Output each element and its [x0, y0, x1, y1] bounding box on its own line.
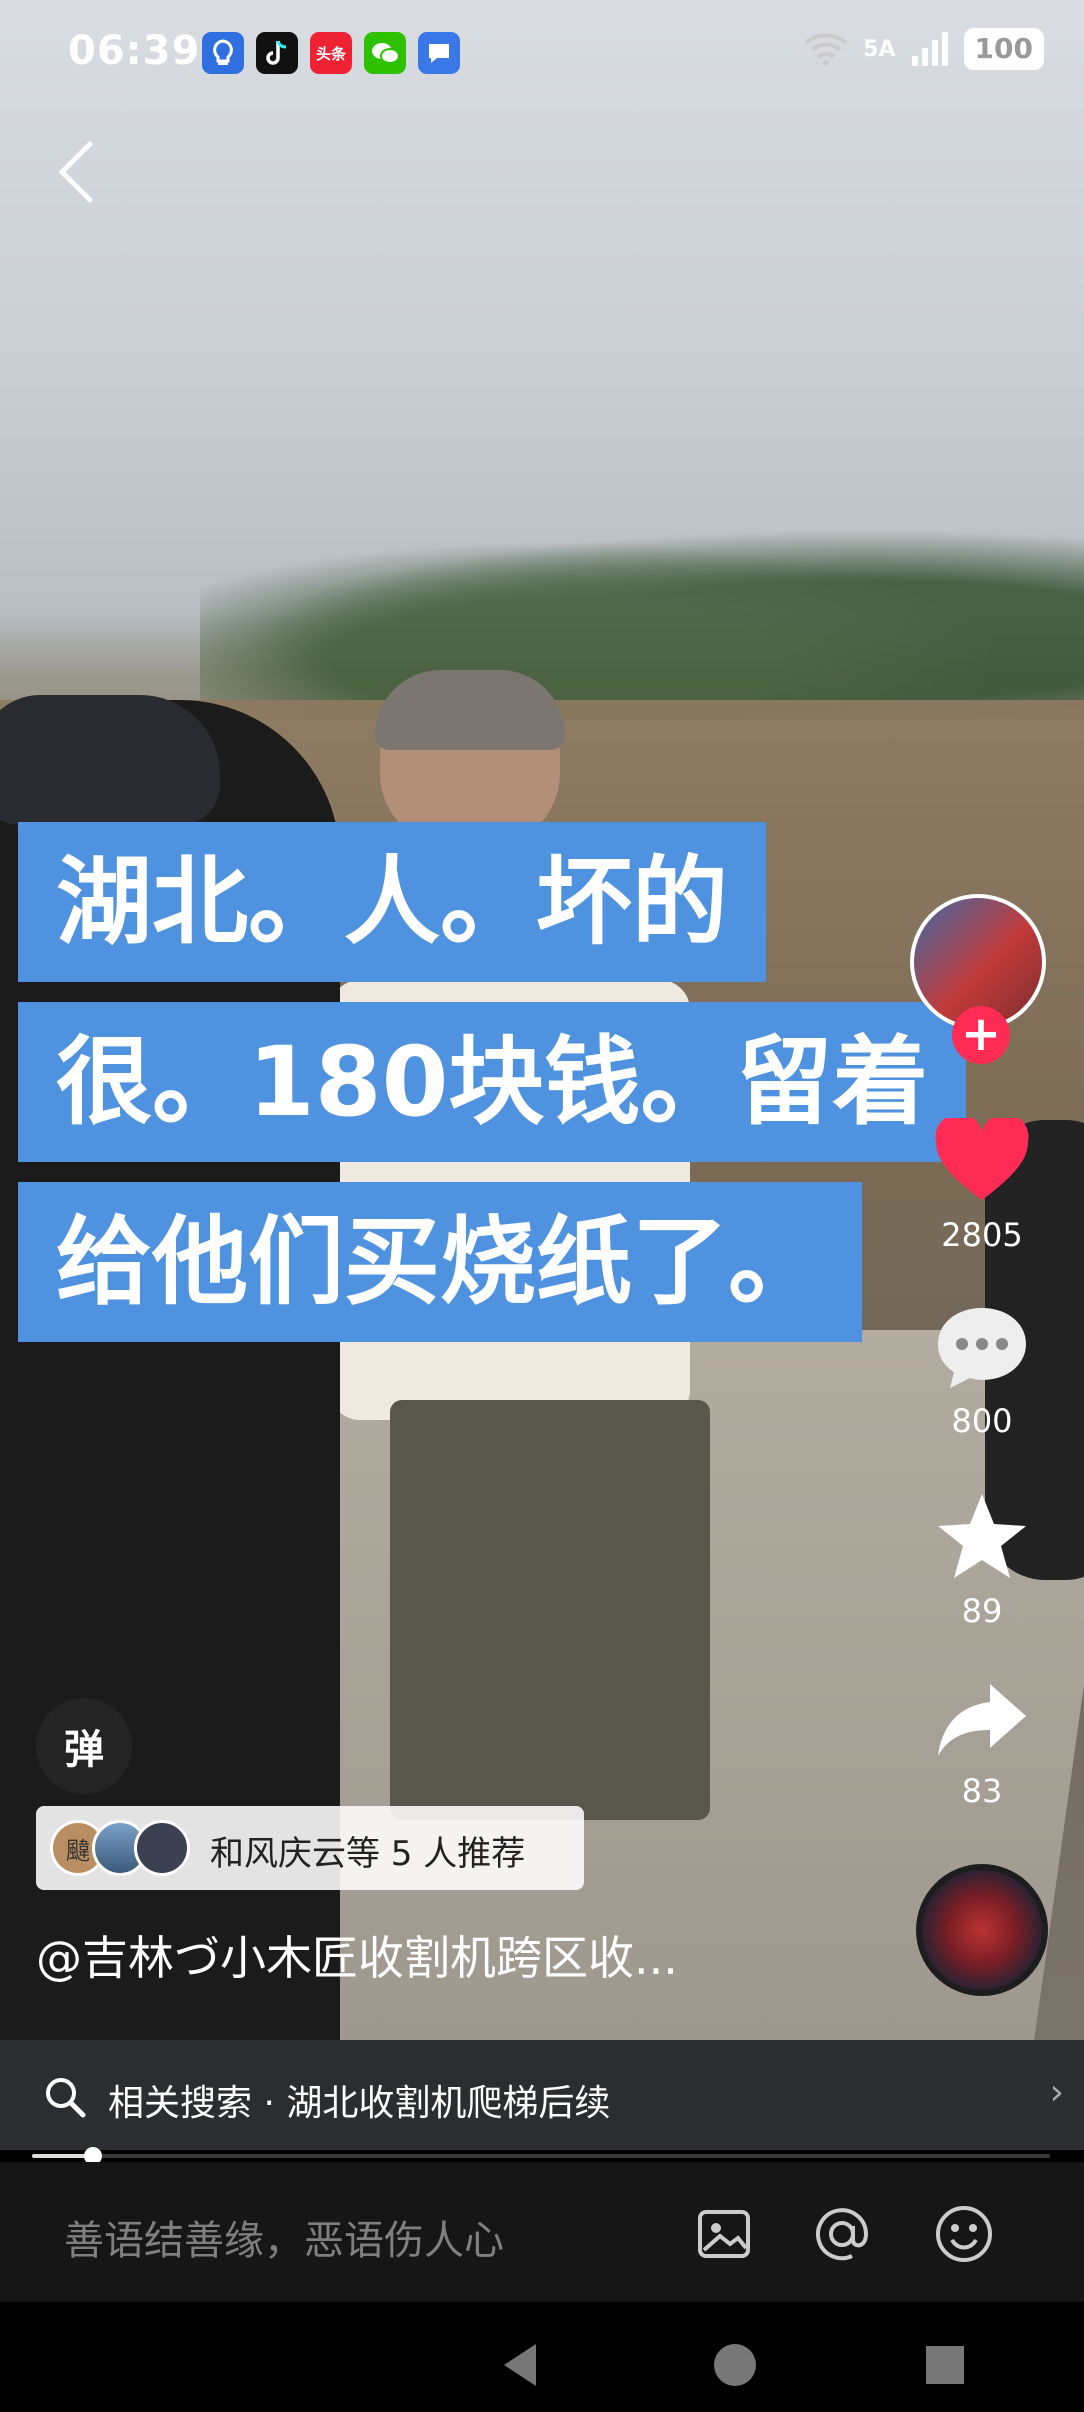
tiktok-icon — [256, 32, 298, 74]
follow-button[interactable]: + — [952, 1006, 1010, 1064]
video-foreground-hat — [0, 695, 220, 825]
share-count: 83 — [961, 1772, 1003, 1810]
search-icon — [46, 2078, 86, 2118]
toutiao-icon: 头条 — [310, 32, 352, 74]
caption-line: 湖北。人。坏的 — [18, 822, 766, 982]
comment-bar[interactable]: 善语结善缘，恶语伤人心 — [0, 2162, 1084, 2302]
music-disc[interactable] — [916, 1864, 1048, 1996]
wechat-icon — [364, 32, 406, 74]
like-count: 2805 — [941, 1216, 1023, 1254]
nav-back-icon[interactable] — [500, 2342, 540, 2388]
danmaku-toggle-button[interactable]: 弹 — [36, 1698, 132, 1794]
battery-indicator: 100 — [963, 28, 1044, 70]
favorite-count: 89 — [961, 1592, 1003, 1630]
star-icon — [938, 1494, 1026, 1578]
share-button[interactable]: 83 — [922, 1680, 1042, 1810]
status-time: 06:39 — [68, 28, 201, 74]
wifi-icon — [804, 33, 848, 66]
video-caption: 湖北。人。坏的 很。180块钱。留着 给他们买烧纸了。 — [18, 822, 967, 1362]
recommender-avatar — [134, 1820, 190, 1876]
message-icon — [418, 32, 460, 74]
author-name[interactable]: @吉林づ小木匠收割机跨区收... — [36, 1922, 678, 1988]
caption-line: 给他们买烧纸了。 — [18, 1182, 862, 1342]
video-person-pants — [390, 1400, 710, 1820]
network-type: 5A — [863, 36, 896, 62]
like-button[interactable]: 2805 — [922, 1113, 1042, 1254]
recommend-text: 和风庆云等 5 人推荐 — [210, 1834, 526, 1874]
emoji-icon[interactable] — [932, 2202, 996, 2266]
comment-button[interactable]: 800 — [922, 1304, 1042, 1440]
tips-icon — [202, 32, 244, 74]
author-avatar[interactable]: + — [910, 894, 1050, 1064]
video-person-hair — [375, 670, 565, 750]
video-progress-bar[interactable] — [32, 2147, 1050, 2165]
recommend-pill[interactable]: 颹 和风庆云等 5 人推荐 — [36, 1806, 584, 1890]
image-icon[interactable] — [692, 2202, 756, 2266]
related-search-bar[interactable]: 相关搜索 · 湖北收割机爬梯后续 › — [0, 2040, 1084, 2150]
share-arrow-icon — [938, 1684, 1026, 1756]
comment-count: 800 — [951, 1402, 1013, 1440]
mention-icon[interactable] — [810, 2202, 874, 2266]
video-background-trees — [200, 520, 1084, 720]
signal-icon — [911, 32, 948, 66]
status-bar: 06:39 头条 5A 100 — [0, 0, 1084, 110]
chevron-right-icon: › — [1049, 2072, 1064, 2113]
heart-icon — [935, 1113, 1029, 1200]
back-button[interactable] — [56, 140, 116, 210]
comment-input[interactable]: 善语结善缘，恶语伤人心 — [64, 2208, 504, 2266]
related-search-text: 相关搜索 · 湖北收割机爬梯后续 — [108, 2083, 611, 2124]
caption-line: 很。180块钱。留着 — [18, 1002, 967, 1162]
nav-recents-icon[interactable] — [924, 2344, 966, 2386]
system-indicators: 5A 100 — [803, 28, 1044, 70]
favorite-button[interactable]: 89 — [922, 1490, 1042, 1630]
system-nav-bar — [0, 2302, 1084, 2412]
nav-home-icon[interactable] — [712, 2342, 758, 2388]
comment-icon — [938, 1308, 1026, 1388]
chevron-left-icon — [58, 141, 93, 203]
